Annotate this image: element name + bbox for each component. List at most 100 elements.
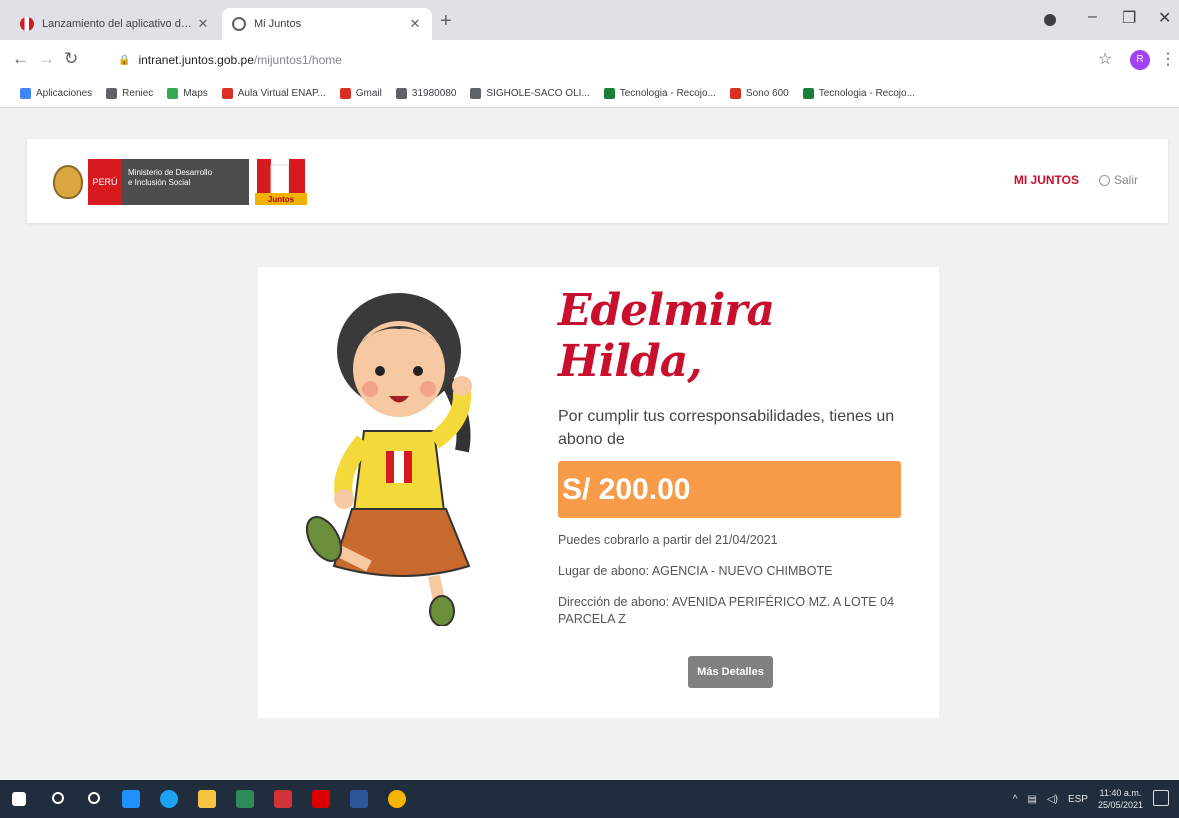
ministry-logo[interactable]: PERÚ Ministerio de Desarrollo e Inclusió… bbox=[53, 157, 309, 207]
url-host: intranet.juntos.gob.pe bbox=[138, 53, 254, 67]
browser-toolbar: ← → ↻ 🔒 intranet.juntos.gob.pe/mijuntos1… bbox=[0, 40, 1179, 80]
globe-icon bbox=[106, 88, 118, 99]
extension-icon[interactable] bbox=[1044, 14, 1056, 26]
bookmark-item[interactable]: 31980080 bbox=[395, 88, 457, 99]
bookmark-label: Reniec bbox=[122, 88, 154, 99]
apps-grid-icon bbox=[20, 88, 31, 99]
restore-button[interactable]: ❐ bbox=[1122, 8, 1136, 28]
new-tab-button[interactable]: + bbox=[440, 10, 452, 33]
bookmark-item[interactable]: Aplicaciones bbox=[20, 88, 92, 99]
payment-address-text: Dirección de abono: AVENIDA PERIFÉRICO M… bbox=[558, 595, 895, 626]
payment-details: Edelmira Hilda, Por cumplir tus correspo… bbox=[558, 285, 903, 688]
details-button-wrap: Más Detalles bbox=[558, 656, 903, 688]
chrome-icon[interactable] bbox=[388, 790, 406, 808]
forward-arrow-icon[interactable]: → bbox=[38, 49, 55, 69]
bookmark-item[interactable]: Gmail bbox=[339, 88, 382, 99]
reload-icon[interactable]: ↻ bbox=[64, 49, 78, 69]
taskbar-app-icon[interactable] bbox=[122, 790, 140, 808]
excel-icon[interactable] bbox=[236, 790, 254, 808]
close-icon[interactable]: ✕ bbox=[196, 16, 210, 32]
drive-icon bbox=[603, 88, 615, 99]
chevron-up-icon[interactable]: ^ bbox=[1013, 794, 1018, 805]
logout-link[interactable]: Salir bbox=[1098, 173, 1138, 187]
peru-flag-icon bbox=[20, 17, 34, 31]
bookmark-label: SIGHOLE-SACO OLI... bbox=[486, 88, 590, 99]
bookmark-item[interactable]: Tecnologia - Recojo... bbox=[603, 88, 716, 99]
volume-icon[interactable]: ◁) bbox=[1047, 794, 1058, 805]
flag-icon bbox=[729, 88, 741, 99]
notifications-icon[interactable] bbox=[1153, 790, 1169, 806]
bookmark-item[interactable]: SIGHOLE-SACO OLI... bbox=[470, 88, 590, 99]
payment-card: Edelmira Hilda, Por cumplir tus correspo… bbox=[258, 267, 939, 718]
payment-place-text: Lugar de abono: AGENCIA - NUEVO CHIMBOTE bbox=[558, 564, 833, 578]
star-icon[interactable]: ☆ bbox=[1098, 49, 1112, 69]
globe-icon bbox=[232, 17, 246, 31]
web-page: PERÚ Ministerio de Desarrollo e Inclusió… bbox=[0, 108, 1179, 780]
close-icon[interactable]: ✕ bbox=[408, 16, 422, 32]
header-nav: MI JUNTOS Salir bbox=[1014, 173, 1138, 187]
edge-icon[interactable] bbox=[160, 790, 178, 808]
bookmark-label: Aplicaciones bbox=[36, 88, 93, 99]
bookmark-item[interactable]: Reniec bbox=[106, 88, 153, 99]
clock-time: 11:40 a.m. bbox=[1099, 788, 1142, 798]
juntos-logo: Juntos bbox=[253, 155, 309, 209]
bookmarks-bar: Aplicaciones Reniec Maps Aula Virtual ENAP.… bbox=[0, 80, 1179, 108]
collect-date-text: Puedes cobrarlo a partir del 21/04/2021 bbox=[558, 533, 778, 547]
browser-tab-strip: Lanzamiento del aplicativo de ... ✕ Mi J… bbox=[0, 0, 1179, 40]
bookmark-label: Tecnologia - Recojo... bbox=[818, 88, 915, 99]
back-arrow-icon[interactable]: ← bbox=[12, 49, 29, 69]
menu-kebab-icon[interactable]: ⋮ bbox=[1160, 49, 1176, 69]
browser-tab-mijuntos[interactable]: Mi Juntos ✕ bbox=[222, 8, 432, 40]
ministry-line-2: e Inclusión Social bbox=[128, 177, 191, 187]
gmail-icon bbox=[339, 88, 351, 99]
bookmark-item[interactable]: Aula Virtual ENAP... bbox=[221, 88, 326, 99]
globe-icon bbox=[395, 88, 407, 99]
address-bar[interactable]: 🔒 intranet.juntos.gob.pe/mijuntos1/home bbox=[108, 46, 1068, 74]
clock[interactable]: 11:40 a.m. 25/05/2021 bbox=[1098, 787, 1143, 811]
bookmark-label: Maps bbox=[183, 88, 208, 99]
site-header: PERÚ Ministerio de Desarrollo e Inclusió… bbox=[27, 139, 1168, 223]
acrobat-icon[interactable] bbox=[312, 790, 330, 808]
system-tray: ^ ▤ ◁) ESP 11:40 a.m. 25/05/2021 bbox=[1013, 787, 1143, 811]
windows-start-icon[interactable] bbox=[12, 792, 26, 806]
juntos-logo-text: Juntos bbox=[268, 195, 295, 204]
minimize-button[interactable]: – bbox=[1088, 8, 1097, 26]
logout-label: Salir bbox=[1113, 173, 1138, 187]
bookmark-item[interactable]: Tecnologia - Recojo... bbox=[802, 88, 915, 99]
bookmark-label: Tecnologia - Recojo... bbox=[619, 88, 716, 99]
drive-icon bbox=[802, 88, 814, 99]
language-label[interactable]: ESP bbox=[1068, 794, 1088, 805]
maps-pin-icon bbox=[167, 88, 179, 99]
bookmark-label: Sono 600 bbox=[745, 88, 789, 99]
more-details-button[interactable]: Más Detalles bbox=[688, 656, 773, 688]
ministry-label: Ministerio de Desarrollo e Inclusión Soc… bbox=[122, 159, 249, 205]
word-icon[interactable] bbox=[350, 790, 368, 808]
girl-mascot-illustration bbox=[305, 293, 472, 626]
beneficiary-name: Edelmira Hilda, bbox=[558, 285, 775, 387]
profile-avatar[interactable]: R bbox=[1130, 50, 1150, 70]
amount-banner: S/ 200.00 bbox=[558, 461, 901, 518]
search-icon[interactable] bbox=[52, 792, 64, 804]
network-icon[interactable]: ▤ bbox=[1027, 794, 1036, 805]
bookmark-item[interactable]: Maps bbox=[167, 88, 208, 99]
windows-taskbar: ^ ▤ ◁) ESP 11:40 a.m. 25/05/2021 bbox=[0, 780, 1179, 818]
url-path: /mijuntos1/home bbox=[253, 53, 342, 67]
bookmark-label: Gmail bbox=[355, 88, 382, 99]
lock-icon: 🔒 bbox=[118, 54, 131, 66]
close-window-button[interactable]: ✕ bbox=[1158, 8, 1171, 28]
cortana-icon[interactable] bbox=[88, 792, 100, 804]
browser-tab-lanzamiento[interactable]: Lanzamiento del aplicativo de ... ✕ bbox=[10, 8, 220, 40]
peru-label: PERÚ bbox=[88, 159, 122, 205]
coat-of-arms-icon bbox=[53, 165, 83, 199]
bookmark-label: 31980080 bbox=[411, 88, 457, 99]
taskbar-app-icon[interactable] bbox=[274, 790, 292, 808]
bookmark-label: Aula Virtual ENAP... bbox=[237, 88, 326, 99]
bookmark-item[interactable]: Sono 600 bbox=[729, 88, 789, 99]
tab-title: Lanzamiento del aplicativo de ... bbox=[42, 18, 196, 30]
power-icon bbox=[1098, 174, 1110, 186]
nav-mijuntos-link[interactable]: MI JUNTOS bbox=[1014, 173, 1079, 187]
red-square-icon bbox=[221, 88, 233, 99]
lead-text: Por cumplir tus corresponsabilidades, ti… bbox=[558, 408, 895, 448]
doc-icon bbox=[470, 88, 482, 99]
file-explorer-icon[interactable] bbox=[198, 790, 216, 808]
